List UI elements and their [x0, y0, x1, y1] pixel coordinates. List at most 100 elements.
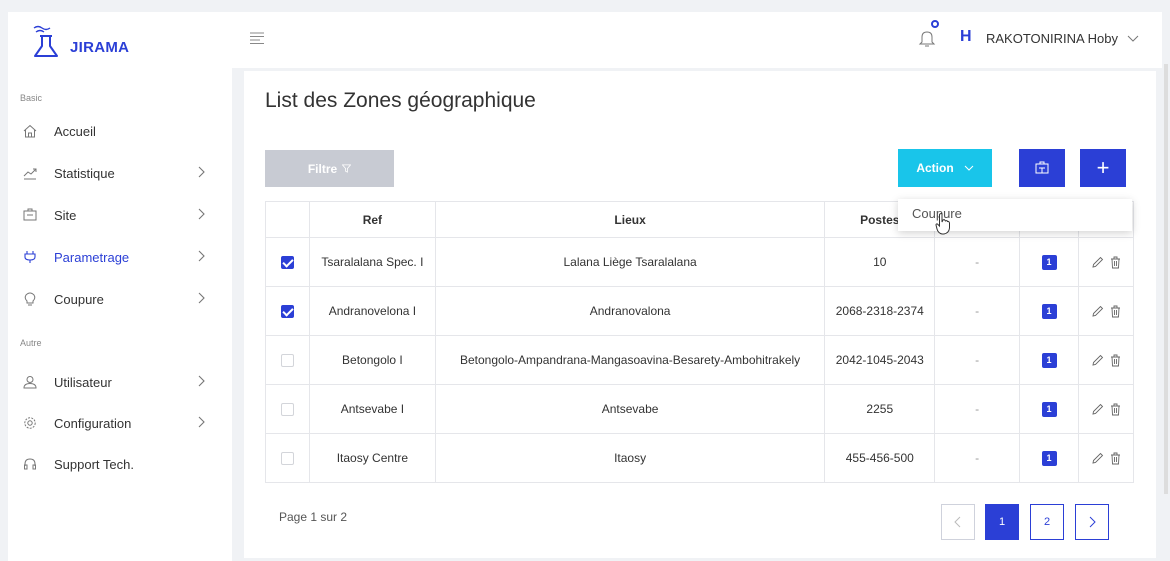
cell-dash: - — [934, 237, 1021, 287]
table-row[interactable]: Andranovelona I Andranovalona 2068-2318-23… — [265, 286, 1134, 336]
sidebar-item-label: Coupure — [54, 291, 104, 307]
table-row[interactable]: Betongolo I Betongolo-Ampandrana-Mangasoa… — [265, 335, 1134, 385]
avatar[interactable]: H — [960, 28, 972, 46]
app-logo[interactable]: JIRAMA — [30, 22, 129, 60]
cell-postes: 455-456-500 — [824, 433, 936, 483]
hamburger-menu-icon[interactable] — [250, 31, 264, 45]
user-name[interactable]: RAKOTONIRINA Hoby — [986, 31, 1118, 46]
sidebar-item-coupure[interactable]: Coupure — [20, 284, 220, 314]
row-checkbox[interactable] — [280, 403, 294, 417]
count-badge[interactable]: 1 — [1041, 402, 1057, 417]
cell-ref: Tsaralalana Spec. I — [309, 237, 436, 287]
column-header-ref[interactable]: Ref — [309, 201, 436, 238]
sidebar-item-support[interactable]: Support Tech. — [20, 449, 220, 479]
row-checkbox[interactable] — [280, 354, 294, 368]
trash-icon[interactable] — [1110, 452, 1121, 465]
cell-lieux: Lalana Liège Tsaralalana — [435, 237, 826, 287]
cell-badge: 1 — [1019, 433, 1079, 483]
row-checkbox[interactable] — [280, 452, 294, 466]
edit-pencil-icon[interactable] — [1091, 452, 1104, 464]
cell-ref: Betongolo I — [309, 335, 436, 385]
count-badge[interactable]: 1 — [1041, 451, 1057, 466]
count-badge[interactable]: 1 — [1041, 255, 1057, 270]
user-icon — [20, 372, 40, 392]
filter-button-label: Filtre — [307, 161, 338, 176]
sidebar-item-label: Site — [54, 207, 77, 223]
sidebar-item-label: Statistique — [54, 165, 115, 181]
action-dropdown: Coupure — [898, 199, 1132, 231]
cell-ref: Itaosy Centre — [309, 433, 436, 483]
chevron-right-icon — [198, 208, 205, 220]
pagination-prev[interactable] — [941, 504, 975, 540]
cell-ref: Andranovelona I — [309, 286, 436, 336]
chevron-right-icon — [198, 292, 205, 304]
cell-lieux: Antsevabe — [435, 384, 826, 434]
cell-lieux: Andranovalona — [435, 286, 826, 336]
row-select-cell — [265, 433, 310, 483]
pagination-page-1[interactable]: 1 — [985, 504, 1019, 540]
cell-actions — [1078, 237, 1134, 287]
cell-actions — [1078, 286, 1134, 336]
edit-pencil-icon[interactable] — [1091, 403, 1104, 415]
trash-icon[interactable] — [1110, 354, 1121, 367]
cell-actions — [1078, 433, 1134, 483]
building-icon — [1035, 161, 1049, 174]
row-select-cell — [265, 237, 310, 287]
site-icon — [20, 205, 40, 225]
chevron-right-icon — [198, 250, 205, 262]
sidebar: JIRAMA Basic Accueil Statistique Site Pa… — [8, 12, 232, 561]
menu-section-autre: Autre — [20, 338, 42, 348]
headset-icon — [20, 454, 40, 474]
filter-button[interactable]: Filtre — [265, 150, 394, 187]
row-select-cell — [265, 286, 310, 336]
table-row[interactable]: Antsevabe I Antsevabe 2255 - 1 — [265, 384, 1134, 434]
empty-value: - — [975, 402, 980, 416]
main-card: List des Zones géographique Filtre Actio… — [244, 71, 1156, 558]
sidebar-item-statistique[interactable]: Statistique — [20, 158, 220, 188]
sidebar-item-configuration[interactable]: Configuration — [20, 408, 220, 438]
row-checkbox[interactable] — [280, 256, 294, 270]
edit-pencil-icon[interactable] — [1091, 354, 1104, 366]
cell-ref: Antsevabe I — [309, 384, 436, 434]
trash-icon[interactable] — [1110, 305, 1121, 318]
edit-pencil-icon[interactable] — [1091, 256, 1104, 268]
add-button[interactable]: + — [1080, 149, 1126, 187]
plug-icon — [20, 247, 40, 267]
chart-icon — [20, 163, 40, 183]
home-icon — [20, 121, 40, 141]
bell-icon[interactable] — [918, 28, 936, 48]
empty-value: - — [975, 255, 980, 269]
sidebar-item-utilisateur[interactable]: Utilisateur — [20, 367, 220, 397]
count-badge[interactable]: 1 — [1041, 304, 1057, 319]
empty-value: - — [975, 353, 980, 367]
edit-pencil-icon[interactable] — [1091, 305, 1104, 317]
sidebar-item-label: Parametrage — [54, 249, 130, 265]
page-scrollbar[interactable] — [1164, 64, 1168, 494]
cell-postes: 2042-1045-2043 — [824, 335, 936, 385]
app-name: JIRAMA — [70, 38, 130, 56]
cell-actions — [1078, 335, 1134, 385]
row-checkbox[interactable] — [280, 305, 294, 319]
cell-actions — [1078, 384, 1134, 434]
cell-lieux: Itaosy — [435, 433, 826, 483]
sidebar-item-site[interactable]: Site — [20, 200, 220, 230]
row-select-cell — [265, 335, 310, 385]
trash-icon[interactable] — [1110, 256, 1121, 269]
cell-dash: - — [934, 384, 1021, 434]
empty-value: - — [975, 304, 980, 318]
count-badge[interactable]: 1 — [1041, 353, 1057, 368]
pagination-next[interactable] — [1075, 504, 1109, 540]
cell-postes: 2068-2318-2374 — [824, 286, 936, 336]
pagination-page-2[interactable]: 2 — [1030, 504, 1064, 540]
table-row[interactable]: Tsaralalana Spec. I Lalana Liège Tsaralal… — [265, 237, 1134, 287]
cell-badge: 1 — [1019, 237, 1079, 287]
menu-section-basic: Basic — [20, 93, 43, 103]
column-header-lieux[interactable]: Lieux — [435, 201, 826, 238]
sidebar-item-parametrage[interactable]: Parametrage — [20, 242, 220, 272]
table-row[interactable]: Itaosy Centre Itaosy 455-456-500 - 1 — [265, 433, 1134, 483]
action-button[interactable]: Action — [898, 149, 992, 187]
site-button[interactable] — [1019, 149, 1065, 187]
sidebar-item-accueil[interactable]: Accueil — [20, 116, 220, 146]
chevron-down-icon[interactable] — [1127, 32, 1139, 44]
trash-icon[interactable] — [1110, 403, 1121, 416]
